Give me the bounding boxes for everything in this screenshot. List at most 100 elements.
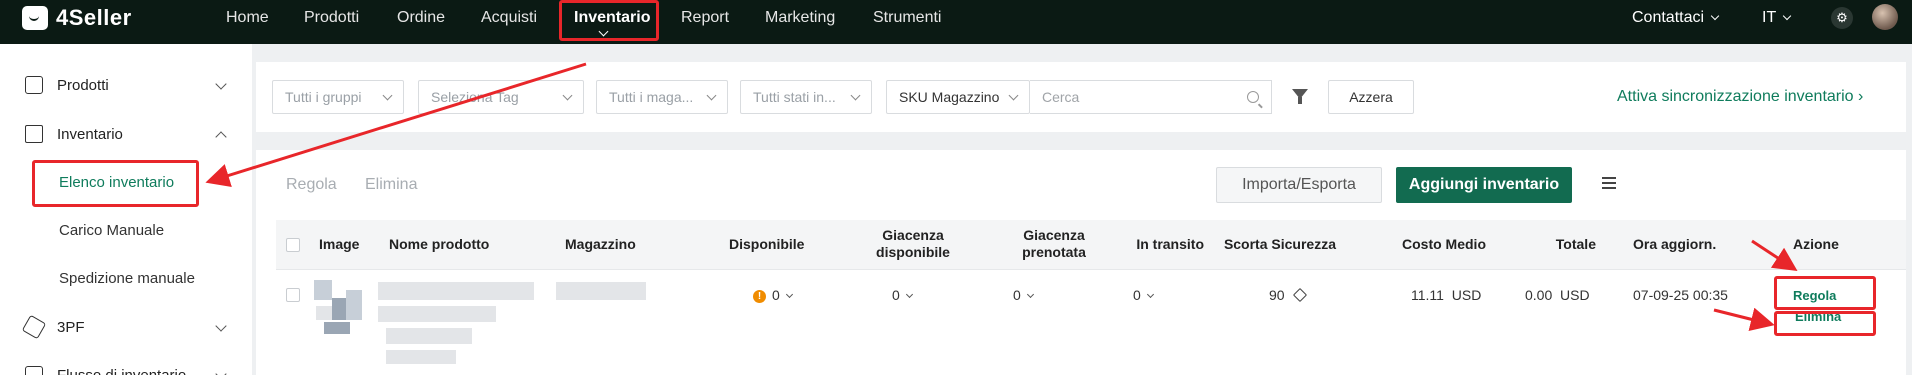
filter-bar: Tutti i gruppi Seleziona Tag Tutti i mag… <box>256 62 1906 132</box>
header-product-name: Nome prodotto <box>389 236 490 252</box>
groups-select[interactable]: Tutti i gruppi <box>272 80 404 114</box>
sidebar-group-label: Inventario <box>57 125 123 143</box>
chevron-down-icon <box>1026 290 1034 299</box>
chevron-right-icon: › <box>1858 88 1864 105</box>
chevron-down-icon[interactable] <box>215 78 227 90</box>
chevron-down-icon <box>1782 11 1792 21</box>
sidebar-item-spedizione-manuale[interactable]: Spedizione manuale <box>59 270 195 287</box>
tag-select-value: Seleziona Tag <box>431 89 519 105</box>
header-action: Azione <box>1793 236 1839 252</box>
header-stock-available: Giacenza disponibile <box>858 227 968 261</box>
avg-cost-cell: 11.11 USD <box>1411 287 1481 303</box>
column-settings-icon[interactable] <box>1602 177 1616 191</box>
adjust-bulk-button[interactable]: Regola <box>286 176 337 194</box>
nav-acquisti[interactable]: Acquisti <box>481 9 537 27</box>
header-updated: Ora aggiorn. <box>1633 236 1717 252</box>
header-image: Image <box>319 236 360 252</box>
box-icon <box>25 76 43 94</box>
row-checkbox[interactable] <box>286 288 300 302</box>
search-input[interactable]: Cerca <box>1030 80 1272 114</box>
search-field-select[interactable]: SKU Magazzino <box>886 80 1030 114</box>
safety-stock-cell: 90 <box>1269 287 1307 303</box>
sync-inventory-link[interactable]: Attiva sincronizzazione inventario › <box>1617 88 1863 106</box>
delete-bulk-button[interactable]: Elimina <box>365 176 417 194</box>
sidebar-group-prodotti[interactable]: Prodotti <box>25 76 109 94</box>
warehouse-select-value: Tutti i maga... <box>609 89 694 105</box>
avatar[interactable] <box>1872 4 1898 30</box>
add-inventory-button[interactable]: Aggiungi inventario <box>1396 167 1572 203</box>
sidebar-group-label: Flusso di inventario <box>57 366 187 375</box>
chevron-down-icon[interactable] <box>215 320 227 332</box>
edit-pencil-icon[interactable] <box>1292 287 1307 303</box>
nav-prodotti[interactable]: Prodotti <box>304 9 359 27</box>
sidebar-group-flusso[interactable]: Flusso di inventario <box>25 366 186 375</box>
nav-marketing[interactable]: Marketing <box>765 9 835 27</box>
header-stock-reserved: Giacenza prenotata <box>999 227 1109 261</box>
header-total: Totale <box>1555 236 1596 252</box>
warehouse-redacted <box>556 282 646 300</box>
header-line: disponibile <box>876 244 950 260</box>
sidebar-group-label: 3PF <box>57 318 85 336</box>
nav-home[interactable]: Home <box>226 9 269 27</box>
contact-label: Contattaci <box>1632 9 1705 26</box>
header-in-transit: In transito <box>1136 236 1204 252</box>
stock-available-cell[interactable]: 0 <box>892 287 913 303</box>
import-export-button[interactable]: Importa/Esporta <box>1216 167 1382 203</box>
language-label: IT <box>1762 9 1777 26</box>
warehouse-select[interactable]: Tutti i maga... <box>596 80 728 114</box>
app-logo[interactable]: 4Seller <box>22 4 132 32</box>
chevron-down-icon <box>1710 11 1720 21</box>
chevron-down-icon <box>706 90 717 100</box>
in-transit-cell[interactable]: 0 <box>1133 287 1154 303</box>
chevron-up-icon[interactable] <box>215 131 227 143</box>
tag-select[interactable]: Seleziona Tag <box>418 80 584 114</box>
chevron-down-icon <box>850 90 861 100</box>
warehouse-icon <box>25 125 43 143</box>
sidebar-group-inventario[interactable]: Inventario <box>25 125 123 143</box>
available-value: 0 <box>772 287 780 303</box>
search-icon[interactable] <box>1247 91 1259 103</box>
chevron-down-icon <box>562 90 573 100</box>
available-cell[interactable]: ! 0 <box>753 287 793 304</box>
contact-menu[interactable]: Contattaci <box>1632 9 1720 27</box>
groups-select-value: Tutti i gruppi <box>285 89 362 105</box>
nav-ordine[interactable]: Ordine <box>397 9 445 27</box>
stock-reserved-cell[interactable]: 0 <box>1013 287 1034 303</box>
header-safety-stock: Scorta Sicurezza <box>1223 236 1336 252</box>
logo-bag-icon <box>22 6 48 30</box>
table-header: Image Nome prodotto Magazzino Disponibil… <box>276 220 1906 270</box>
nav-strumenti[interactable]: Strumenti <box>873 9 941 27</box>
warning-icon: ! <box>753 290 766 303</box>
sidebar-group-label: Prodotti <box>57 76 109 94</box>
annotation-box-elimina <box>1774 311 1876 336</box>
logo-text: 4Seller <box>56 5 132 30</box>
total-currency: USD <box>1560 287 1590 303</box>
in-transit-value: 0 <box>1133 287 1141 303</box>
status-select-value: Tutti stati in... <box>753 89 836 105</box>
header-line: Giacenza <box>882 227 944 243</box>
header-warehouse: Magazzino <box>565 236 636 252</box>
header-available: Disponibile <box>729 236 805 252</box>
flow-icon <box>25 366 43 375</box>
annotation-box-nav <box>559 0 659 41</box>
chevron-down-icon <box>785 290 793 299</box>
search-field-value: SKU Magazzino <box>899 89 1000 105</box>
updated-cell: 07-09-25 00:35 <box>1633 287 1728 303</box>
chevron-down-icon <box>1146 290 1154 299</box>
annotation-box-sidebar <box>32 160 199 207</box>
status-select[interactable]: Tutti stati in... <box>740 80 872 114</box>
top-navigation-bar: 4Seller Home Prodotti Ordine Acquisti In… <box>0 0 1912 44</box>
nav-report[interactable]: Report <box>681 9 729 27</box>
safety-stock-value: 90 <box>1269 287 1285 303</box>
reset-button[interactable]: Azzera <box>1328 80 1414 114</box>
sidebar-group-3pf[interactable]: 3PF <box>21 314 85 340</box>
language-menu[interactable]: IT <box>1762 9 1792 27</box>
filter-icon[interactable] <box>1292 89 1308 104</box>
search-placeholder: Cerca <box>1042 89 1080 105</box>
sidebar-item-carico-manuale[interactable]: Carico Manuale <box>59 222 164 239</box>
avg-cost-value: 11.11 <box>1411 287 1444 303</box>
stock-reserved-value: 0 <box>1013 287 1021 303</box>
gear-icon[interactable]: ⚙ <box>1831 7 1853 29</box>
chevron-down-icon[interactable] <box>215 368 227 375</box>
select-all-checkbox[interactable] <box>286 238 300 252</box>
